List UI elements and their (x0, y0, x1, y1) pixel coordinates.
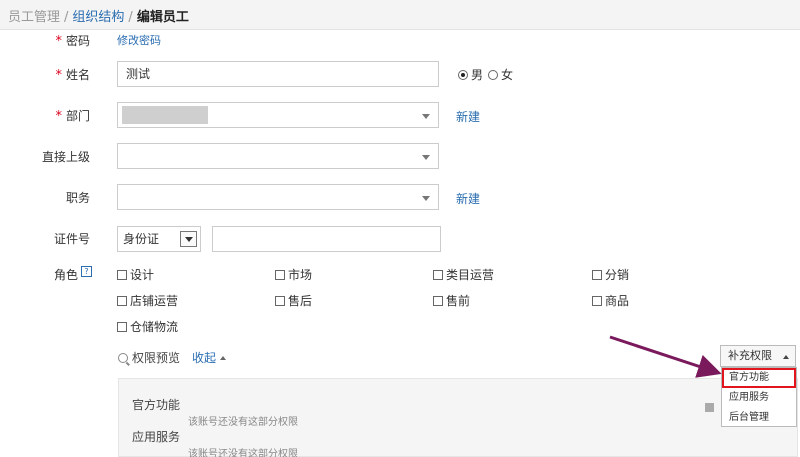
page-title: 编辑员工 (136, 10, 189, 25)
gender-radio-group: 男 女 (458, 66, 518, 83)
role-checkbox[interactable]: 市场 (275, 266, 312, 283)
chevron-down-icon (180, 231, 197, 247)
required-mark: * (55, 109, 62, 124)
password-label: * 密码 (55, 34, 90, 49)
section-title: 官方功能 (132, 398, 181, 412)
checkbox-icon (117, 269, 127, 280)
collapse-label: 收起 (192, 351, 217, 365)
breadcrumb-separator: / (64, 10, 69, 25)
name-input[interactable]: 测试 (117, 61, 439, 87)
caret-up-icon (220, 355, 227, 360)
menu-item-app-services[interactable]: 应用服务 (722, 388, 796, 408)
checkbox-icon (117, 295, 127, 306)
role-checkbox[interactable]: 分销 (592, 266, 629, 283)
role-checkbox[interactable]: 类目运营 (433, 266, 494, 283)
new-position-link[interactable]: 新建 (456, 190, 480, 207)
checkbox-icon (592, 269, 602, 280)
help-icon[interactable]: ? (81, 266, 92, 277)
checkbox-icon (592, 295, 602, 306)
chevron-down-icon (422, 155, 430, 160)
role-checkbox[interactable]: 售后 (275, 292, 312, 309)
role-label: 市场 (288, 268, 313, 282)
supplement-permissions-label: 补充权限 (728, 349, 772, 362)
role-label: 类目运营 (446, 268, 495, 282)
id-number-label: 证件号 (53, 232, 90, 246)
caret-up-icon (783, 355, 789, 359)
breadcrumb-separator: / (128, 10, 133, 25)
menu-item-official-features[interactable]: 官方功能 (722, 368, 796, 388)
role-label: 店铺运营 (130, 294, 179, 308)
section-title: 应用服务 (132, 430, 181, 444)
checkbox-icon (117, 321, 127, 332)
role-label: 分销 (605, 268, 630, 282)
id-number-input[interactable] (212, 226, 441, 252)
menu-item-backend-management[interactable]: 后台管理 (722, 408, 796, 428)
scroll-marker (705, 403, 714, 412)
permission-preview-header: 权限预览 收起 (118, 349, 227, 366)
chevron-down-icon (422, 196, 430, 201)
required-mark: * (55, 68, 62, 83)
section-note: 该账号还没有这部分权限 (188, 449, 298, 457)
roles-label: 角色 (53, 268, 78, 282)
search-icon (118, 352, 128, 363)
breadcrumb-employee-management[interactable]: 员工管理 (8, 10, 60, 25)
page-header: 员工管理 / 组织结构 / 编辑员工 (0, 0, 800, 30)
arrow-line (609, 335, 722, 378)
role-checkbox[interactable]: 售前 (433, 292, 470, 309)
department-label: * 部门 (55, 109, 90, 124)
gender-male-label: 男 (471, 68, 484, 82)
role-label: 商品 (605, 294, 630, 308)
supplement-permissions-menu: 官方功能 应用服务 后台管理 (721, 367, 797, 427)
id-type-value: 身份证 (123, 232, 160, 246)
position-select[interactable] (117, 184, 439, 210)
section-note: 该账号还没有这部分权限 (188, 417, 298, 428)
chevron-down-icon (422, 114, 430, 119)
role-label: 售前 (446, 294, 471, 308)
role-label: 仓储物流 (130, 320, 179, 334)
supervisor-select[interactable] (117, 143, 439, 169)
supplement-permissions-button[interactable]: 补充权限 (720, 345, 796, 367)
breadcrumb: 员工管理 / 组织结构 / 编辑员工 (8, 6, 189, 25)
role-checkbox[interactable]: 商品 (592, 292, 629, 309)
new-department-link[interactable]: 新建 (456, 108, 480, 125)
collapse-toggle[interactable]: 收起 (192, 349, 227, 366)
position-label: 职务 (65, 191, 90, 205)
gender-female-label: 女 (501, 68, 514, 82)
change-password-link[interactable]: 修改密码 (117, 32, 161, 48)
role-checkbox[interactable]: 仓储物流 (117, 318, 178, 335)
department-select[interactable] (117, 102, 439, 128)
role-label: 设计 (130, 268, 155, 282)
id-type-select[interactable]: 身份证 (117, 226, 201, 252)
breadcrumb-org-structure[interactable]: 组织结构 (72, 10, 124, 25)
checkbox-icon (275, 295, 285, 306)
gender-female-radio[interactable] (488, 69, 499, 80)
role-label: 售后 (288, 294, 313, 308)
supervisor-label: 直接上级 (41, 150, 90, 164)
permission-preview-label: 权限预览 (132, 351, 181, 365)
checkbox-icon (433, 269, 443, 280)
checkbox-icon (275, 269, 285, 280)
role-checkbox[interactable]: 设计 (117, 266, 154, 283)
required-mark: * (55, 34, 62, 49)
checkbox-icon (433, 295, 443, 306)
name-label: * 姓名 (55, 68, 90, 83)
gender-male-radio[interactable] (458, 69, 468, 80)
redacted-value (122, 106, 208, 124)
role-checkbox[interactable]: 店铺运营 (117, 292, 178, 309)
